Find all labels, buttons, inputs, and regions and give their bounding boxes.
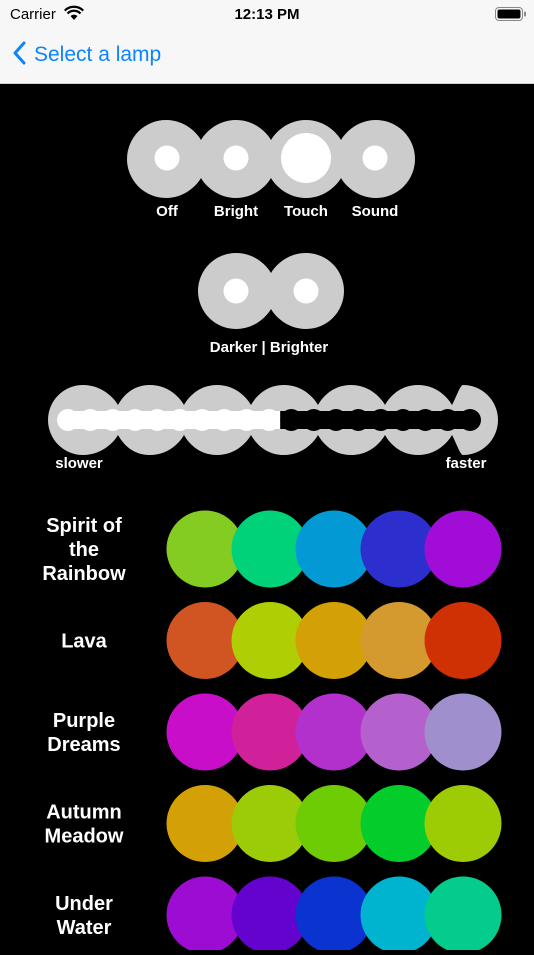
mode-sound-indicator	[362, 145, 388, 171]
lamp-controls: Off Bright Touch Sound Darker | Brighter	[0, 84, 534, 954]
palette-name: Spirit of	[46, 515, 122, 537]
speed-dot	[325, 409, 347, 431]
mode-off-indicator	[154, 145, 180, 171]
navigation-bar: Select a lamp	[0, 30, 534, 84]
speed-dot	[168, 409, 191, 431]
speed-dot	[79, 409, 102, 431]
speed-dot	[191, 409, 213, 431]
palette-row[interactable]: Spirit oftheRainbow	[42, 510, 502, 588]
speed-dot	[258, 409, 280, 431]
battery-icon	[495, 7, 527, 26]
speed-dot	[392, 409, 414, 431]
speed-dot	[347, 409, 370, 431]
mode-bright-indicator	[223, 145, 249, 171]
palette-name: Dreams	[47, 734, 120, 756]
palette-name: Meadow	[45, 826, 124, 848]
palette-color-swatch	[424, 602, 502, 679]
mode-touch-label: Touch	[284, 203, 328, 220]
palette-color-swatch	[424, 510, 502, 588]
darker-button[interactable]	[223, 278, 249, 304]
speed-dot	[436, 409, 459, 431]
palette-color-swatch	[424, 693, 502, 771]
palette-name: Water	[57, 917, 112, 939]
palette-row[interactable]: PurpleDreams	[47, 693, 502, 771]
speed-dots	[57, 409, 481, 431]
brightness-control: Darker | Brighter	[198, 253, 344, 356]
palette-name: Autumn	[46, 802, 122, 824]
palette-name: Rainbow	[42, 563, 126, 585]
brightness-track	[198, 253, 344, 329]
speed-dot	[302, 409, 325, 431]
mode-off-label: Off	[156, 203, 179, 220]
mode-selector: Off Bright Touch Sound	[127, 120, 415, 220]
speed-dot	[101, 409, 124, 431]
brightness-label: Darker | Brighter	[210, 339, 329, 356]
speed-dot	[235, 409, 258, 431]
speed-dot	[124, 409, 146, 431]
palette-color-swatch	[424, 785, 502, 862]
brighter-button[interactable]	[293, 278, 319, 304]
palette-color-swatch	[424, 876, 502, 954]
slower-label: slower	[55, 455, 103, 472]
speed-dot	[146, 409, 169, 431]
mode-bright-label: Bright	[214, 203, 258, 220]
speed-dot	[213, 409, 236, 431]
palette-name: Under	[55, 893, 113, 915]
palette-row[interactable]: UnderWater	[55, 876, 502, 954]
speed-dot	[280, 409, 303, 431]
palette-name: Lava	[61, 631, 107, 653]
faster-label: faster	[446, 455, 487, 472]
mode-sound-label: Sound	[352, 203, 399, 220]
speed-dot	[459, 409, 481, 431]
palette-name: the	[69, 539, 99, 561]
chevron-left-icon	[12, 41, 26, 70]
palette-list: Spirit oftheRainbow Lava PurpleDreams Autum…	[42, 510, 502, 954]
clock: 12:13 PM	[234, 6, 300, 23]
back-label: Select a lamp	[34, 43, 162, 66]
mode-touch-indicator-selected	[281, 133, 331, 183]
back-button[interactable]: Select a lamp	[12, 40, 161, 70]
palette-name: Purple	[53, 710, 115, 732]
palette-row[interactable]: AutumnMeadow	[45, 785, 502, 862]
speed-slider[interactable]: slower faster	[48, 385, 498, 472]
controls-canvas: Off Bright Touch Sound Darker | Brighter	[42, 120, 502, 954]
speed-dot	[414, 409, 437, 431]
status-bar: Carrier 12:13 PM	[0, 0, 534, 30]
speed-dot	[369, 409, 392, 431]
palette-row[interactable]: Lava	[61, 602, 502, 679]
speed-dot	[57, 409, 79, 431]
